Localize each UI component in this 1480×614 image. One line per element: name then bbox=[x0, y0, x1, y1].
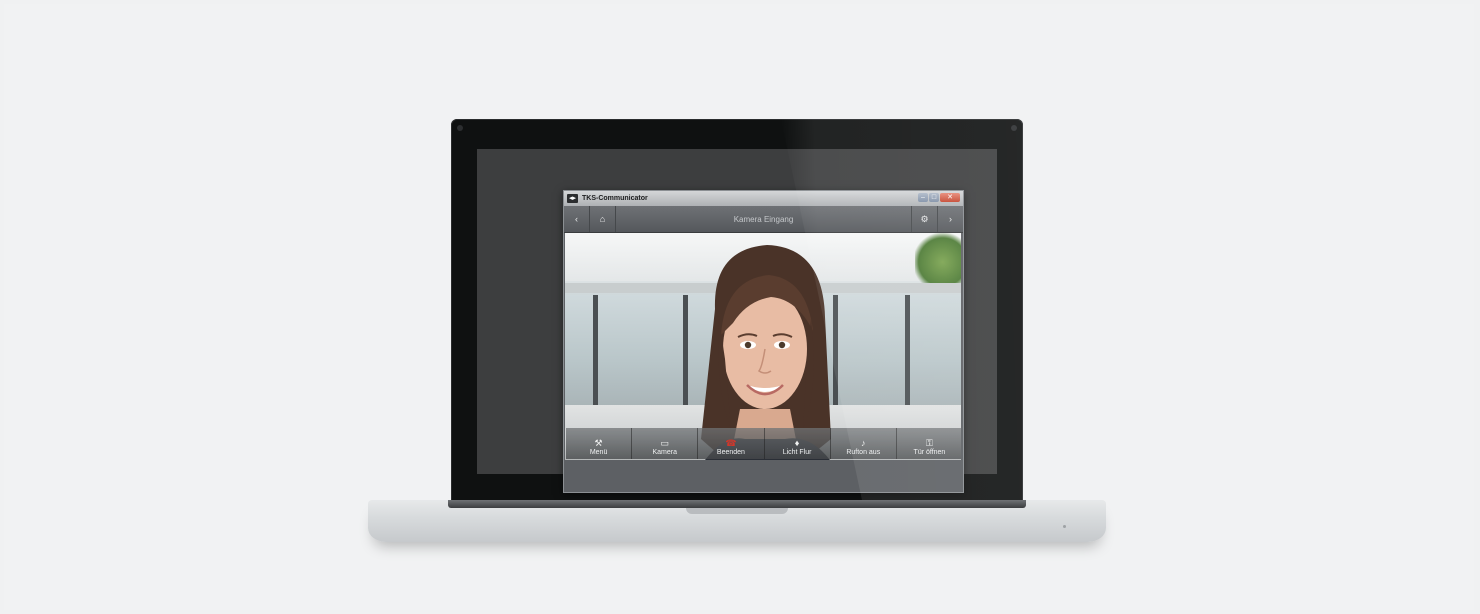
back-button[interactable]: ‹ bbox=[564, 206, 590, 232]
close-button[interactable]: ✕ bbox=[940, 193, 960, 202]
camera-button[interactable]: ▭ Kamera bbox=[632, 428, 699, 459]
video-mullion bbox=[593, 295, 598, 405]
action-label: Kamera bbox=[652, 449, 678, 456]
title-bar[interactable]: ◂▸ TKS-Communicator – □ ✕ bbox=[564, 191, 963, 206]
visitor-portrait bbox=[701, 245, 831, 460]
laptop-screen: ◂▸ TKS-Communicator – □ ✕ ‹ ⌂ Kamera Ein… bbox=[477, 149, 997, 493]
laptop-lid: ◂▸ TKS-Communicator – □ ✕ ‹ ⌂ Kamera Ein… bbox=[451, 119, 1023, 501]
action-label: Rufton aus bbox=[846, 449, 881, 456]
camera-select-button[interactable]: ⌂ bbox=[590, 206, 616, 232]
action-bar: ⚒ Menü ▭ Kamera ☎ Beenden ♦ Licht Flur ♪… bbox=[566, 428, 961, 459]
ringtone-off-button[interactable]: ♪ Rufton aus bbox=[830, 428, 897, 459]
toolbar: ‹ ⌂ Kamera Eingang ⚙ › bbox=[564, 206, 963, 233]
mute-icon: ♪ bbox=[861, 438, 866, 448]
app-window: ◂▸ TKS-Communicator – □ ✕ ‹ ⌂ Kamera Ein… bbox=[563, 190, 964, 493]
settings-button[interactable]: ⚙ bbox=[911, 206, 937, 232]
window-controls: – □ ✕ bbox=[918, 193, 960, 202]
wrench-icon: ⚒ bbox=[594, 438, 603, 448]
action-label: Tür öffnen bbox=[913, 449, 946, 456]
hangup-icon: ☎ bbox=[725, 438, 737, 448]
chevron-left-icon: ‹ bbox=[575, 214, 578, 224]
camera-video-feed: ⚒ Menü ▭ Kamera ☎ Beenden ♦ Licht Flur ♪… bbox=[565, 233, 961, 460]
lid-notch bbox=[686, 508, 788, 514]
camera-title: Kamera Eingang bbox=[733, 214, 794, 224]
maximize-button[interactable]: □ bbox=[929, 193, 939, 202]
gear-icon: ⚙ bbox=[920, 213, 929, 224]
power-led bbox=[1063, 525, 1066, 528]
camera-dot bbox=[1011, 125, 1017, 131]
camera-icon: ⌂ bbox=[599, 214, 606, 224]
window-title: TKS-Communicator bbox=[582, 195, 648, 202]
open-door-button[interactable]: ⚿ Tür öffnen bbox=[896, 428, 961, 459]
video-mullion bbox=[905, 295, 910, 405]
camera-icon: ▭ bbox=[660, 438, 670, 448]
laptop-base bbox=[368, 500, 1106, 542]
hall-light-button[interactable]: ♦ Licht Flur bbox=[764, 428, 831, 459]
light-icon: ♦ bbox=[794, 438, 800, 448]
key-icon: ⚿ bbox=[926, 438, 933, 448]
action-label: Licht Flur bbox=[782, 449, 812, 456]
laptop-hinge bbox=[448, 500, 1026, 508]
app-icon: ◂▸ bbox=[567, 194, 578, 203]
action-label: Menü bbox=[589, 449, 608, 456]
action-label: Beenden bbox=[716, 449, 745, 456]
minimize-button[interactable]: – bbox=[918, 193, 928, 202]
camera-dot bbox=[457, 125, 463, 131]
forward-button[interactable]: › bbox=[937, 206, 963, 232]
chevron-right-icon: › bbox=[949, 214, 952, 224]
hang-up-button[interactable]: ☎ Beenden bbox=[698, 428, 765, 459]
menu-button[interactable]: ⚒ Menü bbox=[566, 428, 633, 459]
